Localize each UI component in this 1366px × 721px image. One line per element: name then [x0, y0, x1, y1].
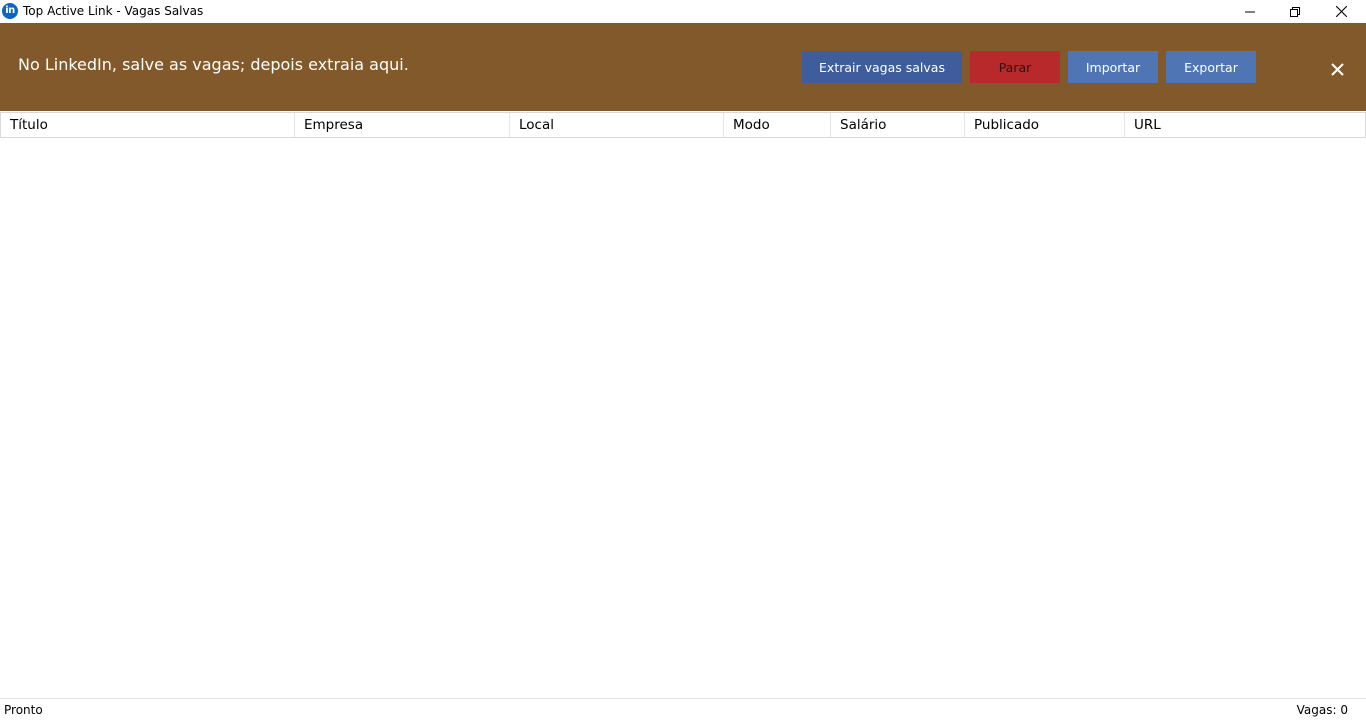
extract-saved-jobs-button[interactable]: Extrair vagas salvas [802, 51, 962, 83]
linkedin-icon: in [2, 3, 18, 19]
instruction-banner: No LinkedIn, salve as vagas; depois extr… [0, 23, 1366, 111]
jobs-table-body[interactable] [0, 138, 1366, 698]
column-header-salary[interactable]: Salário [831, 113, 965, 137]
job-count: Vagas: 0 [1296, 703, 1348, 717]
column-header-company[interactable]: Empresa [295, 113, 510, 137]
column-header-location[interactable]: Local [510, 113, 724, 137]
close-icon [1335, 6, 1347, 17]
import-button[interactable]: Importar [1068, 51, 1158, 83]
close-icon [1330, 62, 1344, 76]
minimize-icon [1245, 11, 1255, 12]
minimize-button[interactable] [1227, 0, 1273, 23]
column-header-url[interactable]: URL [1125, 113, 1365, 137]
status-text: Pronto [4, 703, 43, 717]
column-header-published[interactable]: Publicado [965, 113, 1125, 137]
jobs-table-header: Título Empresa Local Modo Salário Public… [0, 112, 1366, 138]
column-header-mode[interactable]: Modo [724, 113, 831, 137]
status-bar: Pronto Vagas: 0 [0, 698, 1366, 721]
restore-button[interactable] [1272, 0, 1318, 23]
close-window-button[interactable] [1318, 0, 1364, 23]
app-window: in Top Active Link - Vagas Salvas No Lin… [0, 0, 1366, 721]
stop-button[interactable]: Parar [970, 51, 1060, 83]
title-bar: in Top Active Link - Vagas Salvas [0, 0, 1366, 23]
column-header-title[interactable]: Título [1, 113, 295, 137]
restore-icon [1290, 6, 1300, 17]
banner-message: No LinkedIn, salve as vagas; depois extr… [18, 55, 409, 74]
banner-close-button[interactable] [1326, 58, 1348, 80]
window-title: Top Active Link - Vagas Salvas [23, 4, 204, 18]
export-button[interactable]: Exportar [1166, 51, 1256, 83]
